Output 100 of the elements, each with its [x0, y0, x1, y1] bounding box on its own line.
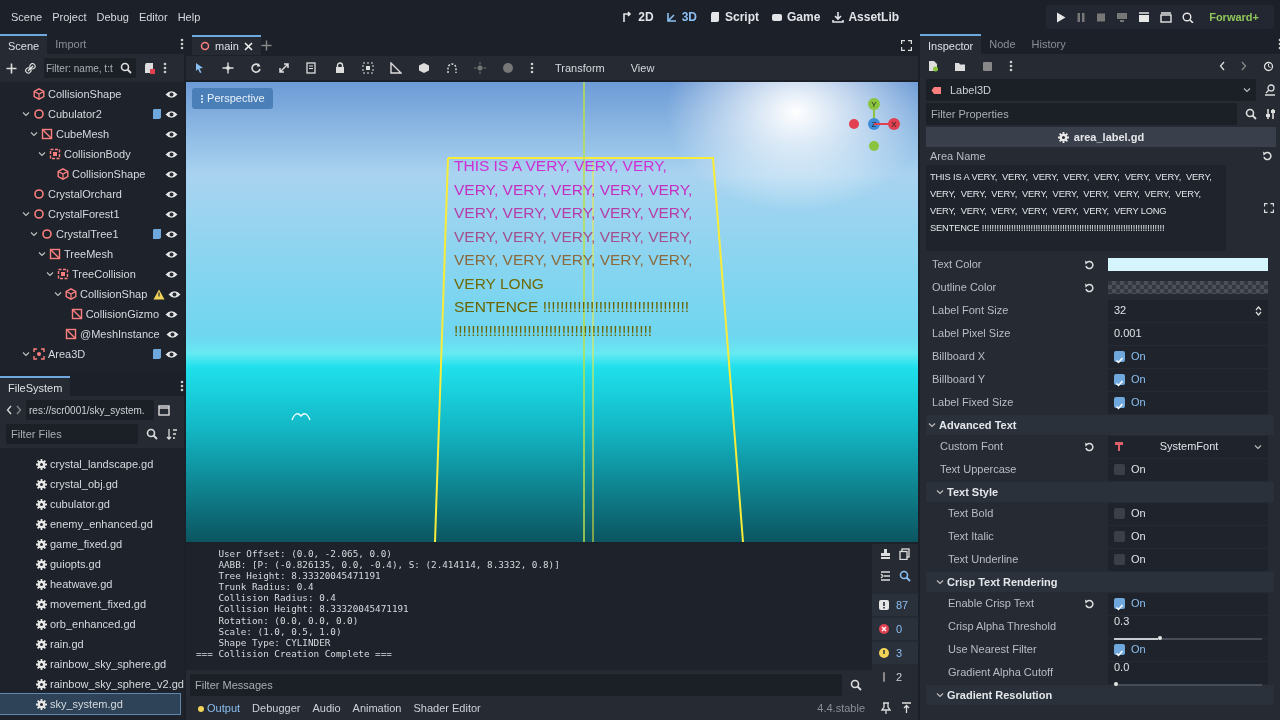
- eye-icon[interactable]: [165, 229, 178, 239]
- clapperboard-icon[interactable]: [1160, 11, 1173, 23]
- filter-field[interactable]: Filter: name, t:t: [44, 58, 136, 78]
- message-filter-toggle[interactable]: 2: [872, 666, 918, 688]
- chevron-down-icon[interactable]: [30, 130, 38, 138]
- color-swatch[interactable]: [1108, 258, 1268, 271]
- script-icon[interactable]: [152, 228, 162, 240]
- section-header[interactable]: Text Style: [926, 482, 1274, 502]
- eye-icon[interactable]: [165, 329, 179, 339]
- message-filter-toggle[interactable]: 0: [872, 618, 918, 640]
- more-icon[interactable]: [180, 380, 184, 392]
- bottom-panel-tab[interactable]: Output: [192, 699, 247, 717]
- file-item[interactable]: movement_fixed.gd: [0, 594, 180, 614]
- new-resource-icon[interactable]: [928, 60, 938, 72]
- chevron-down-icon[interactable]: [936, 691, 944, 699]
- axis-handle-icon[interactable]: [849, 119, 859, 129]
- eye-icon[interactable]: [165, 249, 178, 259]
- more-icon[interactable]: [180, 38, 184, 50]
- script-icon[interactable]: [152, 108, 162, 120]
- file-item[interactable]: heatwave.gd: [0, 574, 180, 594]
- document-tab[interactable]: main: [192, 35, 261, 55]
- back-icon[interactable]: [1219, 61, 1225, 71]
- checkbox[interactable]: On: [1108, 345, 1268, 368]
- node-type-dropdown[interactable]: Label3D: [926, 79, 1256, 101]
- checkbox-icon[interactable]: [1114, 531, 1125, 542]
- toolbar-menu[interactable]: View: [625, 59, 660, 77]
- checkbox-icon[interactable]: [1114, 598, 1125, 609]
- transparent-color-swatch[interactable]: [1108, 281, 1268, 294]
- eye-icon[interactable]: [165, 189, 178, 199]
- eye-icon[interactable]: [165, 309, 178, 319]
- eye-icon[interactable]: [165, 349, 178, 359]
- node-name[interactable]: CollisionShap: [80, 285, 148, 303]
- eye-icon[interactable]: [168, 289, 182, 299]
- menu-item[interactable]: Project: [47, 8, 92, 26]
- monitor-icon[interactable]: [1116, 11, 1129, 23]
- slider-handle[interactable]: [1114, 682, 1118, 687]
- checkbox-icon[interactable]: [1114, 508, 1125, 519]
- menu-item[interactable]: Scene: [6, 8, 48, 26]
- eye-icon[interactable]: [165, 169, 178, 179]
- node-name[interactable]: CollisionBody: [64, 145, 131, 163]
- checkbox[interactable]: On: [1108, 525, 1268, 548]
- save-icon[interactable]: [982, 60, 993, 72]
- workspace-tab[interactable]: Game: [771, 8, 821, 26]
- link-icon[interactable]: [25, 62, 36, 74]
- doc-search-icon[interactable]: [1264, 84, 1276, 96]
- workspace-tab[interactable]: 3D: [665, 8, 697, 26]
- checkbox-icon[interactable]: [1114, 644, 1125, 655]
- spin-arrows-icon[interactable]: [1255, 305, 1262, 316]
- checkbox[interactable]: On: [1108, 458, 1268, 481]
- section-header[interactable]: Advanced Text: [926, 415, 1274, 435]
- bottom-panel-tab[interactable]: Animation: [346, 699, 408, 717]
- file-item[interactable]: rain.gd: [0, 634, 180, 654]
- add-icon[interactable]: [260, 39, 272, 51]
- clapperboard-icon[interactable]: [1138, 11, 1151, 23]
- checkbox-icon[interactable]: [1114, 351, 1125, 362]
- folder-icon[interactable]: [954, 60, 966, 72]
- chevron-down-icon[interactable]: [22, 350, 30, 358]
- node-name[interactable]: CubeMesh: [56, 125, 110, 143]
- globe-icon[interactable]: [502, 62, 514, 74]
- play-icon[interactable]: [1056, 11, 1067, 23]
- eye-icon[interactable]: [165, 129, 178, 139]
- node-name[interactable]: CollisionShape: [72, 165, 146, 183]
- scale-icon[interactable]: [278, 62, 290, 74]
- menu-item[interactable]: Help: [172, 8, 206, 26]
- history-icon[interactable]: [1263, 60, 1274, 72]
- checkbox[interactable]: On: [1108, 548, 1268, 571]
- workspace-tab[interactable]: AssetLib: [832, 8, 900, 26]
- revert-icon[interactable]: [1084, 283, 1094, 294]
- section-header[interactable]: Gradient Resolution: [926, 685, 1274, 705]
- file-item[interactable]: sky_system.gd: [0, 694, 180, 714]
- menu-item[interactable]: Debug: [91, 8, 134, 26]
- file-item[interactable]: guiopts.gd: [0, 554, 180, 574]
- eye-icon[interactable]: [165, 209, 178, 219]
- chevron-down-icon[interactable]: [38, 250, 46, 258]
- script-remove-icon[interactable]: [144, 62, 155, 74]
- node-name[interactable]: CrystalTree1: [56, 225, 119, 243]
- workspace-tab[interactable]: Script: [709, 8, 760, 26]
- forward-icon[interactable]: [1241, 61, 1247, 71]
- bottom-panel-tab[interactable]: Audio: [306, 699, 347, 717]
- file-item[interactable]: enemy_enhanced.gd: [0, 514, 180, 534]
- chevron-down-icon[interactable]: [936, 578, 944, 586]
- checkbox-icon[interactable]: [1114, 374, 1125, 385]
- chevron-down-icon[interactable]: [928, 421, 936, 429]
- node-name[interactable]: CollisionShape: [48, 85, 122, 103]
- chevron-down-icon[interactable]: [30, 230, 38, 238]
- slider-field[interactable]: 0.3: [1108, 615, 1268, 638]
- checkbox[interactable]: On: [1108, 502, 1268, 525]
- chevron-down-icon[interactable]: [22, 210, 30, 218]
- filter-field[interactable]: Filter Properties: [926, 103, 1237, 125]
- checkbox-icon[interactable]: [1114, 397, 1125, 408]
- workspace-tab[interactable]: 2D: [622, 8, 654, 26]
- pin-icon[interactable]: [881, 702, 891, 714]
- dock-tab[interactable]: Scene: [0, 34, 48, 54]
- checkbox[interactable]: On: [1108, 592, 1268, 615]
- collapse-icon[interactable]: [879, 570, 891, 582]
- path-field[interactable]: res://scr0001/sky_system.: [26, 400, 154, 420]
- ruler-icon[interactable]: [390, 62, 402, 74]
- revert-icon[interactable]: [1084, 442, 1094, 453]
- snap-icon[interactable]: [446, 62, 458, 74]
- node-name[interactable]: @MeshInstance: [80, 325, 160, 343]
